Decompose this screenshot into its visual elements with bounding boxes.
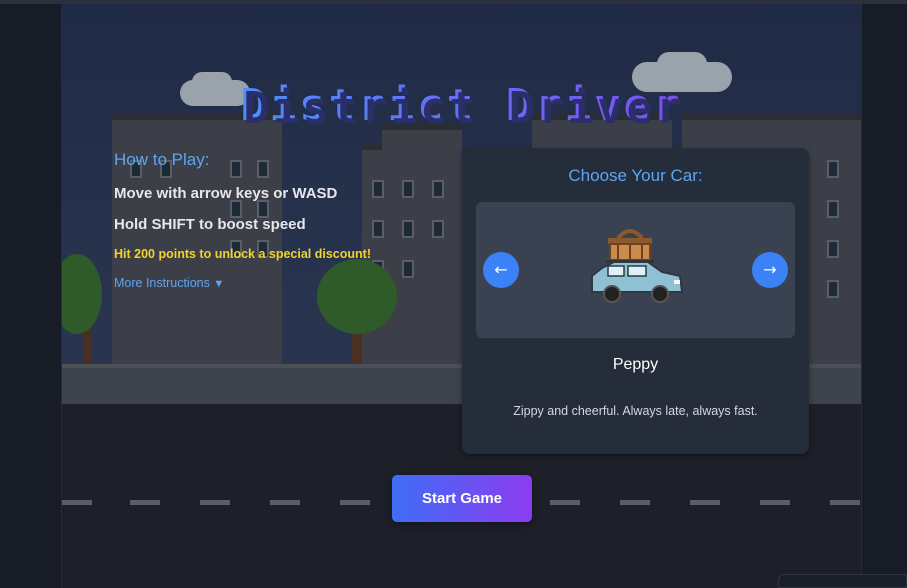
lane-marking bbox=[340, 500, 370, 505]
car-preview: ← → bbox=[476, 202, 795, 338]
lane-marking bbox=[62, 500, 92, 505]
car-name: Peppy bbox=[612, 356, 659, 373]
lane-marking bbox=[690, 500, 720, 505]
lane-marking bbox=[550, 500, 580, 505]
car-select-heading: Choose Your Car: bbox=[568, 166, 703, 185]
lane-marking bbox=[200, 500, 230, 505]
triangle-down-icon: ▼ bbox=[213, 278, 225, 290]
corner-widget bbox=[778, 574, 907, 588]
instruction-line: Hold SHIFT to boost speed bbox=[114, 216, 306, 233]
left-side-panel bbox=[0, 4, 62, 588]
cloud bbox=[657, 52, 707, 76]
discount-tip: Hit 200 points to unlock a special disco… bbox=[114, 247, 371, 261]
arrow-right-icon: → bbox=[763, 260, 777, 279]
more-instructions-label: More Instructions bbox=[114, 276, 210, 290]
more-instructions-toggle[interactable]: More Instructions ▼ bbox=[114, 276, 444, 290]
lane-marking bbox=[270, 500, 300, 505]
how-to-play-panel: How to Play: Move with arrow keys or WAS… bbox=[114, 150, 444, 290]
arrow-left-icon: ← bbox=[494, 260, 508, 279]
how-to-play-heading: How to Play: bbox=[114, 150, 210, 169]
car-select-panel: Choose Your Car: ← → Peppy Zippy and che… bbox=[462, 148, 809, 454]
car-sprite-icon bbox=[591, 229, 684, 303]
lane-marking bbox=[760, 500, 790, 505]
previous-car-button[interactable]: ← bbox=[483, 252, 519, 288]
car-description: Zippy and cheerful. Always late, always … bbox=[513, 404, 758, 418]
start-game-button[interactable]: Start Game bbox=[392, 475, 532, 522]
game-title: District Driver bbox=[240, 80, 683, 131]
next-car-button[interactable]: → bbox=[752, 252, 788, 288]
lane-marking bbox=[620, 500, 650, 505]
lane-marking bbox=[830, 500, 860, 505]
instruction-line: Move with arrow keys or WASD bbox=[114, 185, 338, 202]
right-side-panel bbox=[861, 4, 907, 588]
lane-marking bbox=[130, 500, 160, 505]
